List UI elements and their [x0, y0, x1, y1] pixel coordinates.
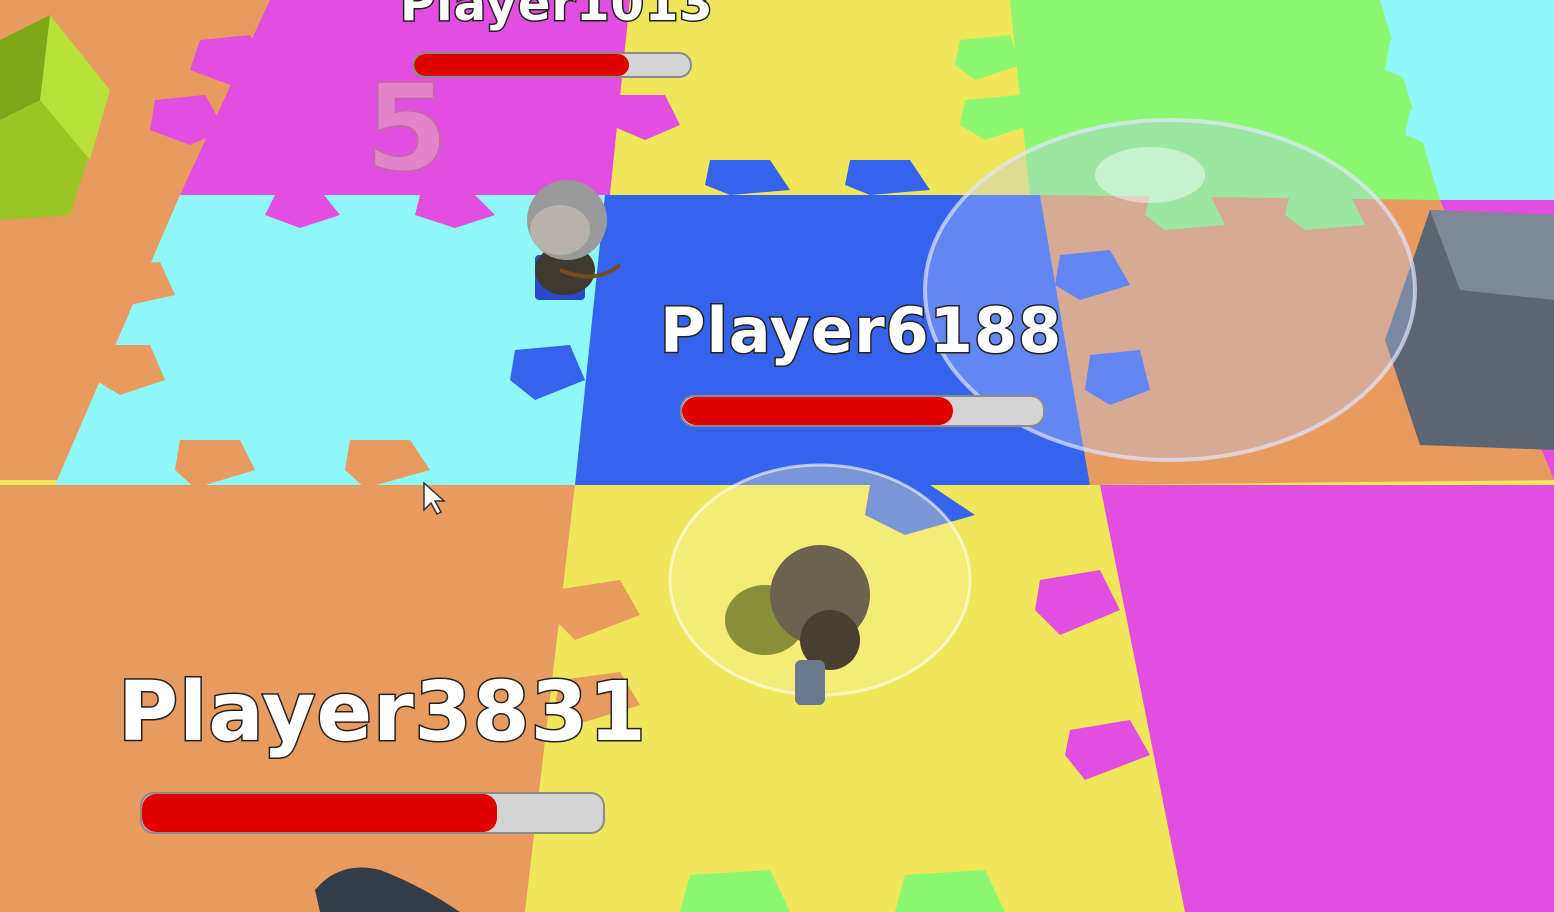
game-viewport[interactable]: 5 Player1013 Player6188 Player3831 — [0, 0, 1554, 912]
puzzle-mat-floor — [0, 0, 1554, 912]
health-bar-player3831 — [140, 792, 605, 834]
health-fill — [682, 397, 953, 425]
floating-score-number: 5 — [364, 60, 449, 199]
player-nametag-top: Player1013 — [399, 0, 715, 32]
health-fill — [142, 794, 497, 832]
health-fill — [414, 54, 630, 76]
health-bar-player6188 — [680, 395, 1045, 427]
player-nametag-player6188: Player6188 — [658, 294, 1063, 367]
player-nametag-player3831: Player3831 — [117, 665, 648, 760]
health-bar-top — [412, 52, 692, 78]
